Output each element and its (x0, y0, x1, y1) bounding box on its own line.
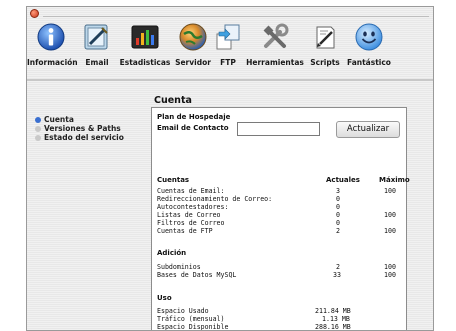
table-row-name: Subdominios (157, 263, 201, 271)
sidebar-item-label: Versiones & Paths (44, 124, 121, 133)
table-row-actual: 0 (336, 195, 340, 203)
tool-label: FTP (220, 58, 236, 67)
toolbar-divider (27, 79, 433, 81)
email-field[interactable] (237, 122, 320, 136)
cuentas-heading: Cuentas (157, 176, 190, 184)
tool-label: Scripts (310, 58, 340, 67)
table-row-name: Listas de Correo (157, 211, 221, 219)
col-maximo: Máximo (379, 176, 410, 184)
usage-row-value: 1.13 MB (322, 315, 350, 323)
tool-herramientas[interactable]: Herramientas (245, 21, 305, 67)
table-row-actual: 33 (333, 271, 341, 279)
tool-label: Servidor (175, 58, 211, 67)
tool-ftp[interactable]: FTP (215, 21, 241, 67)
tool-email[interactable]: Email (79, 21, 115, 67)
sidebar-item-versiones[interactable]: Versiones & Paths (35, 124, 121, 133)
table-row-actual: 3 (336, 187, 340, 195)
tool-servidor[interactable]: Servidor (173, 21, 213, 67)
table-row-max: 100 (384, 227, 396, 235)
table-row-name: Cuentas de Email: (157, 187, 225, 195)
tool-label: Herramientas (246, 58, 304, 67)
smiley-icon (354, 22, 384, 52)
dot-icon (35, 135, 41, 141)
sidebar-item-label: Cuenta (44, 115, 74, 124)
sidebar-item-estado[interactable]: Estado del servicio (35, 133, 124, 142)
usage-row-name: Tráfico (mensual) (157, 315, 225, 323)
tool-scripts[interactable]: Scripts (307, 21, 343, 67)
selected-dot-icon (35, 117, 41, 123)
dot-icon (35, 126, 41, 132)
uso-heading: Uso (157, 294, 172, 302)
table-row-actual: 0 (336, 219, 340, 227)
page-title: Cuenta (154, 95, 192, 106)
usage-row-value: 288.16 MB (315, 323, 351, 331)
tool-label: Estadisticas (119, 58, 171, 67)
usage-row-name: Espacio Disponible (157, 323, 229, 331)
email-icon (82, 22, 112, 52)
adicion-heading: Adición (157, 249, 187, 257)
sidebar-item-label: Estado del servicio (44, 133, 124, 142)
tool-label: Información (27, 58, 78, 67)
table-row-max: 100 (384, 271, 396, 279)
table-row-max: 100 (384, 187, 396, 195)
tool-estadisticas[interactable]: Estadisticas (119, 21, 171, 67)
plan-label: Plan de Hospedaje (157, 113, 231, 121)
table-row-name: Autocontestadores: (157, 203, 229, 211)
table-row-name: Bases de Datos MySQL (157, 271, 237, 279)
globe-icon (178, 22, 208, 52)
tool-fantastico[interactable]: Fantástico (345, 21, 393, 67)
table-row-actual: 2 (336, 227, 340, 235)
close-button[interactable] (30, 9, 39, 18)
toolbar: Información Email Estadisticas Servidor … (27, 21, 433, 67)
table-row-actual: 0 (336, 211, 340, 219)
scripts-icon (310, 22, 340, 52)
table-row-actual: 0 (336, 203, 340, 211)
title-bar-divider (43, 16, 429, 17)
usage-row-value: 211.84 MB (315, 307, 351, 315)
info-icon (36, 22, 66, 52)
table-row-name: Filtros de Correo (157, 219, 225, 227)
account-panel: Plan de Hospedaje Email de Contacto Actu… (151, 107, 410, 331)
update-button[interactable]: Actualizar (336, 121, 400, 138)
table-row-name: Redireccionamiento de Correo: (157, 195, 273, 203)
tool-label: Email (85, 58, 109, 67)
app-window: Información Email Estadisticas Servidor … (26, 6, 434, 331)
table-row-max: 100 (384, 263, 396, 271)
col-actuales: Actuales (326, 176, 360, 184)
usage-row-name: Espacio Usado (157, 307, 209, 315)
table-row-max: 100 (384, 211, 396, 219)
table-row-actual: 2 (336, 263, 340, 271)
title-bar (27, 7, 433, 21)
ftp-icon (213, 22, 243, 52)
table-row-name: Cuentas de FTP (157, 227, 213, 235)
tools-icon (260, 22, 290, 52)
stats-icon (130, 22, 160, 52)
tool-informacion[interactable]: Información (27, 21, 78, 67)
email-label: Email de Contacto (157, 124, 229, 132)
tool-label: Fantástico (347, 58, 391, 67)
sidebar-item-cuenta[interactable]: Cuenta (35, 115, 74, 124)
